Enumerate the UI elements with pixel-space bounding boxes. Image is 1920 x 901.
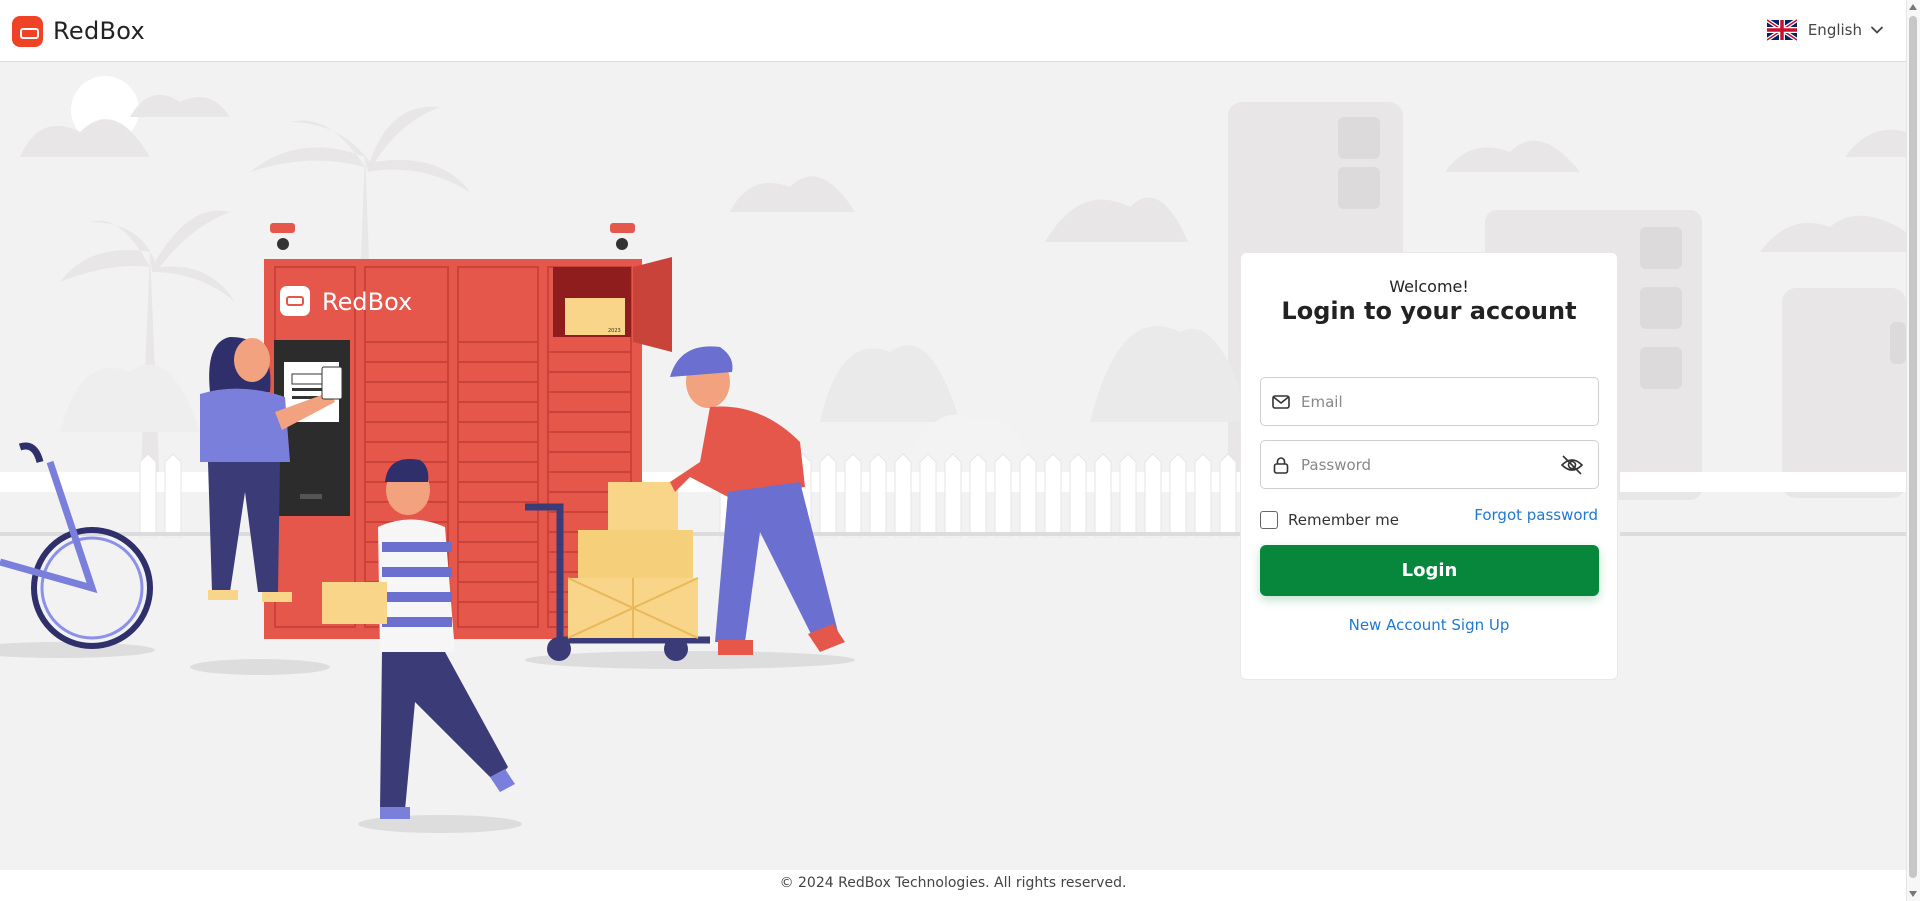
scroll-thumb[interactable] [1909, 16, 1917, 878]
remember-me-label: Remember me [1288, 511, 1399, 529]
box-label: 2023 [608, 328, 621, 334]
scroll-up-arrow-icon[interactable] [1909, 4, 1917, 10]
brand-name: RedBox [53, 17, 146, 45]
email-field[interactable] [1260, 377, 1599, 426]
envelope-icon [1272, 395, 1290, 409]
welcome-text: Welcome! [1389, 277, 1469, 296]
email-input[interactable] [1301, 388, 1551, 416]
scroll-down-arrow-icon[interactable] [1909, 891, 1917, 897]
lock-icon [1273, 457, 1289, 474]
chevron-down-icon [1871, 26, 1883, 34]
signup-link[interactable]: New Account Sign Up [1241, 616, 1617, 634]
redbox-logo-icon [12, 15, 43, 47]
remember-me-checkbox[interactable] [1260, 511, 1278, 529]
top-header: RedBox English [0, 0, 1906, 62]
uk-flag-icon [1766, 19, 1797, 41]
login-title: Login to your account [1281, 297, 1577, 325]
locker-brand: RedBox [322, 288, 412, 316]
copyright-text: © 2024 RedBox Technologies. All rights r… [779, 875, 1127, 891]
password-field[interactable] [1260, 440, 1599, 489]
password-input[interactable] [1301, 451, 1551, 479]
forgot-password-link[interactable]: Forgot password [1474, 506, 1598, 524]
language-selector[interactable]: English [1766, 19, 1884, 41]
eye-off-icon[interactable] [1560, 454, 1584, 476]
page-scrollbar[interactable] [1906, 0, 1920, 901]
language-label: English [1807, 21, 1862, 39]
login-card: Welcome! Login to your account Remember … [1240, 252, 1618, 680]
footer: © 2024 RedBox Technologies. All rights r… [0, 870, 1906, 901]
remember-me[interactable]: Remember me [1260, 511, 1399, 529]
brand-logo[interactable]: RedBox [12, 15, 145, 47]
login-button[interactable]: Login [1260, 545, 1599, 596]
delivery-illustration: 2023 RedBox [0, 76, 1906, 833]
